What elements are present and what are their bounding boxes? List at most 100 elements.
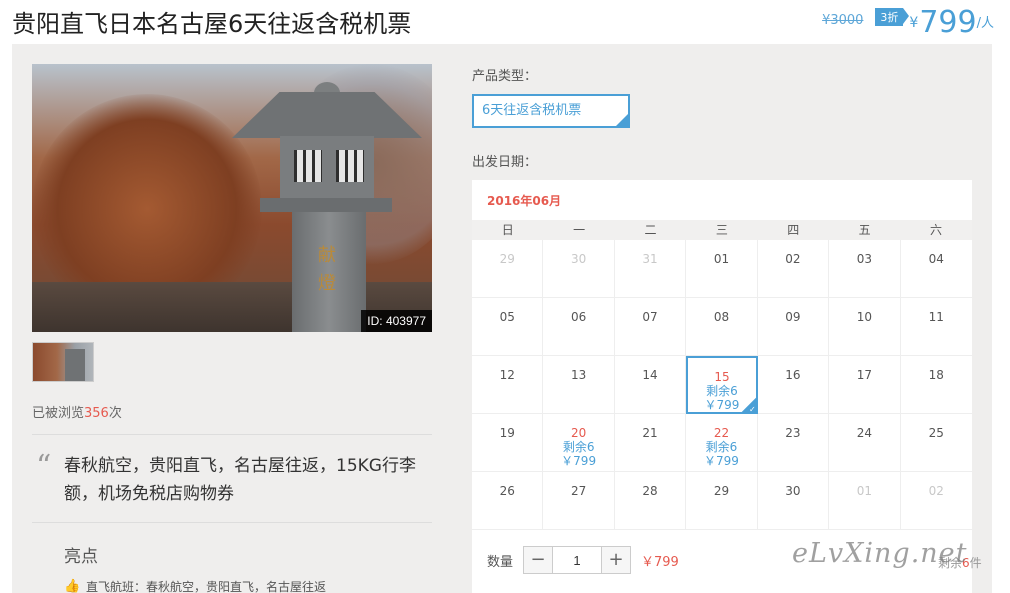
day-number: 25 [928, 426, 944, 440]
day-number: 24 [856, 426, 872, 440]
calendar-day: 29 [472, 240, 544, 298]
calendar-day: 23 [757, 414, 830, 472]
product-type-label: 产品类型： [472, 69, 538, 84]
discount-badge: 3折 [875, 8, 910, 26]
view-count-number: 356 [84, 406, 109, 421]
day-remaining: 剩余6 [705, 440, 738, 454]
calendar-day: 25 [900, 414, 972, 472]
day-number: 19 [499, 426, 515, 440]
calendar-day: 21 [614, 414, 687, 472]
day-number: 30 [570, 252, 587, 266]
calendar-day: 04 [900, 240, 972, 298]
calendar-day: 29 [686, 472, 758, 530]
view-count: 已被浏览356次 [32, 402, 122, 421]
calendar-day-selected[interactable]: 15 剩余6 ￥799 ✓ [686, 356, 758, 414]
day-number: 01 [856, 484, 872, 498]
calendar-day: 16 [757, 356, 830, 414]
day-number: 26 [499, 484, 515, 498]
day-number: 31 [642, 252, 658, 266]
weekday-label: 日 [501, 223, 514, 237]
per-person-unit: /人 [976, 16, 994, 31]
calendar-day: 09 [757, 298, 830, 356]
day-number: 06 [570, 310, 587, 324]
day-number: 28 [642, 484, 658, 498]
divider [32, 522, 432, 523]
calendar-grid: 29 30 31 01 02 03 04 05 06 07 08 09 10 11 12 13 14 15 剩余6 ￥… [472, 240, 972, 530]
day-number: 02 [785, 252, 801, 266]
calendar-day-available[interactable]: 20 剩余6 ￥799 [543, 414, 615, 472]
calendar-day: 18 [900, 356, 972, 414]
calendar-day-available[interactable]: 22 剩余6 ￥799 [686, 414, 758, 472]
day-number: 18 [928, 368, 944, 382]
weekday-label: 四 [787, 223, 800, 237]
day-number: 23 [785, 426, 801, 440]
calendar-day: 13 [543, 356, 615, 414]
calendar-day: 01 [686, 240, 758, 298]
increment-button[interactable]: + [602, 547, 631, 573]
quote-icon: “ [36, 449, 52, 484]
calendar-day: 08 [686, 298, 758, 356]
quantity-row: 数量 − + ￥799 [487, 546, 679, 574]
day-number: 02 [928, 484, 944, 498]
lantern-base [260, 198, 392, 212]
day-number: 20 [570, 426, 587, 440]
calendar-day: 27 [543, 472, 615, 530]
currency-symbol: ¥ [909, 15, 919, 31]
divider [32, 434, 432, 435]
stock-suffix: 件 [969, 556, 982, 570]
original-price: ¥3000 [822, 13, 864, 28]
calendar-day: 01 [829, 472, 901, 530]
day-number: 01 [713, 252, 730, 266]
day-number: 21 [642, 426, 658, 440]
product-type-option[interactable]: 6天往返含税机票 ✓ [472, 94, 630, 128]
quantity-stepper: − + [523, 546, 632, 574]
calendar-day: 30 [543, 240, 615, 298]
decrement-button[interactable]: − [524, 547, 553, 573]
product-type-value: 6天往返含税机票 [482, 103, 582, 118]
calendar-day: 02 [757, 240, 830, 298]
day-number: 03 [856, 252, 872, 266]
calendar-day: 26 [472, 472, 544, 530]
quantity-input[interactable] [552, 547, 603, 573]
calendar-day: 17 [829, 356, 901, 414]
main-photo[interactable]: 献燈 ID: 403977 [32, 64, 432, 332]
thumbs-up-icon: 👍 [64, 578, 81, 593]
photo-thumbnail[interactable] [32, 342, 94, 382]
sale-price: 799 [919, 5, 977, 40]
calendar-day: 03 [829, 240, 901, 298]
weekday-label: 一 [573, 223, 586, 237]
view-count-suffix: 次 [108, 406, 122, 421]
calendar-month: 2016年06月 [487, 194, 562, 208]
calendar-day: 11 [900, 298, 972, 356]
day-number: 15 [714, 370, 730, 384]
day-number: 13 [570, 368, 587, 382]
weekday-label: 三 [715, 223, 728, 237]
weekday-header: 日一二三四五六 [472, 220, 972, 240]
day-number: 17 [856, 368, 872, 382]
quantity-label: 数量 [487, 554, 514, 570]
calendar-day: 19 [472, 414, 544, 472]
day-price: ￥799 [561, 454, 597, 468]
highlights-title: 亮点 [64, 547, 98, 567]
day-number: 14 [642, 368, 658, 382]
calendar-day: 02 [900, 472, 972, 530]
calendar-day: 06 [543, 298, 615, 356]
product-panel: 献燈 ID: 403977 已被浏览356次 “ 春秋航空，贵阳直飞，名古屋往返… [12, 44, 992, 593]
day-remaining: 剩余6 [562, 440, 595, 454]
day-number: 29 [713, 484, 730, 498]
lantern-inscription: 献燈 [318, 245, 336, 294]
page-title: 贵阳直飞日本名古屋6天往返含税机票 [12, 10, 412, 38]
day-number: 07 [642, 310, 658, 324]
calendar-day: 28 [614, 472, 687, 530]
departure-date-label: 出发日期： [472, 155, 538, 170]
weekday-label: 二 [644, 223, 657, 237]
highlight-item: 👍 直飞航班：春秋航空，贵阳直飞，名古屋往返 [64, 578, 326, 593]
thumbnail-lantern [65, 349, 85, 381]
check-icon: ✓ [614, 112, 630, 128]
total-price: ￥799 [641, 554, 679, 570]
day-number: 12 [499, 368, 515, 382]
calendar-day: 24 [829, 414, 901, 472]
calendar-day: 14 [614, 356, 687, 414]
weekday-label: 五 [858, 223, 871, 237]
day-number: 08 [713, 310, 730, 324]
